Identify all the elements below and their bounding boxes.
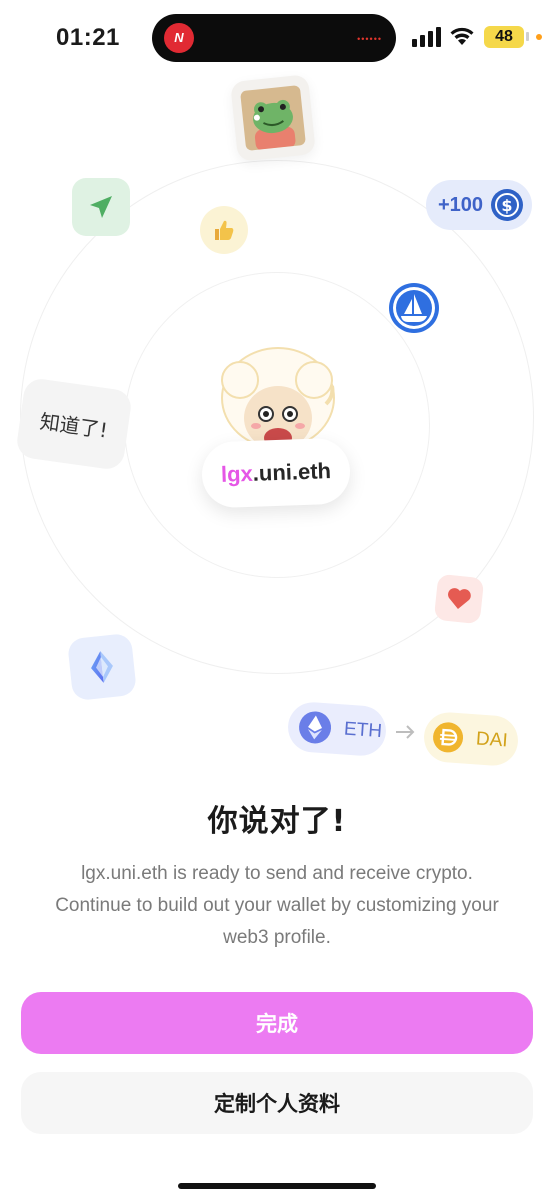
opensea-icon <box>389 283 439 333</box>
eth-icon <box>299 711 332 744</box>
thumbs-up-tile <box>200 206 248 254</box>
frog-sticker-icon <box>240 85 306 151</box>
eth-label: ETH <box>343 718 383 743</box>
dai-label: DAI <box>475 728 509 752</box>
privacy-indicator-icon <box>536 34 542 40</box>
eth-pill: ETH <box>286 700 388 758</box>
customize-profile-button[interactable]: 定制个人资料 <box>21 1072 533 1134</box>
username-pill: lgx .uni.eth <box>200 437 352 509</box>
page-description: lgx.uni.eth is ready to send and receive… <box>55 863 499 948</box>
send-icon <box>90 196 112 218</box>
send-tile <box>72 178 130 236</box>
ens-tile <box>66 632 138 702</box>
status-bar: 01:21 N •••••• 48 <box>0 0 554 76</box>
dai-pill: DAI <box>422 710 520 768</box>
page-title: 你说对了! <box>207 804 347 839</box>
home-indicator[interactable] <box>178 1183 376 1189</box>
heart-tile <box>433 573 485 625</box>
frog-sticker-card <box>230 74 316 162</box>
sticker-note: 知道了! <box>14 376 134 472</box>
usdc-amount: +100 <box>438 193 484 216</box>
recording-indicator-icon: •••••• <box>357 34 382 44</box>
battery-cap-icon <box>526 32 529 41</box>
status-time: 01:21 <box>56 24 120 51</box>
token-swap-illustration: ETH DAI <box>286 700 524 772</box>
username-suffix: .uni.eth <box>252 458 332 486</box>
done-button[interactable]: 完成 <box>21 992 533 1054</box>
battery-indicator: 48 <box>484 26 524 48</box>
arrow-right-icon <box>396 725 415 739</box>
usdc-reward-pill: +100 $ <box>426 180 532 230</box>
thumbs-up-icon <box>215 220 234 240</box>
app-badge-icon: N <box>164 23 194 53</box>
heart-icon <box>448 588 471 609</box>
ens-icon <box>91 651 113 683</box>
dynamic-island[interactable]: N •••••• <box>152 14 396 62</box>
username-prefix: lgx <box>220 460 254 487</box>
wifi-icon <box>450 27 474 45</box>
svg-text:$: $ <box>501 196 512 215</box>
usdc-icon: $ <box>491 189 523 221</box>
dai-icon <box>433 722 464 753</box>
cellular-signal-icon <box>412 27 441 47</box>
